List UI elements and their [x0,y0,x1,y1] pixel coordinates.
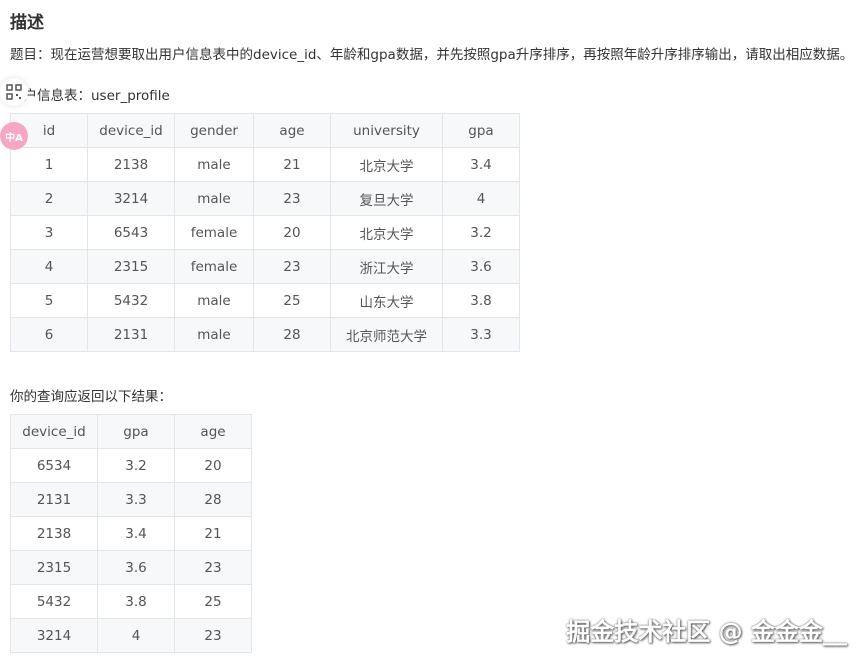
table-cell: 3.4 [442,147,520,182]
table-cell: 23 [253,181,331,216]
table-cell: 3214 [87,181,175,216]
expected-result-table: device_id gpa age 6534 3.2 20 2131 3.3 28 2138 3.… [10,414,252,653]
table-cell: female [174,249,254,284]
table-cell: male [174,147,254,182]
table-cell: 北京大学 [330,147,443,182]
table-cell: 2138 [87,147,175,182]
table-cell: 3.6 [442,249,520,284]
translate-icon: 中A [5,132,23,144]
result-caption: 你的查询应返回以下结果： [10,389,172,405]
table-cell: 23 [174,550,252,585]
column-header: device_id [10,414,98,449]
table-cell: 20 [253,215,331,250]
table-cell: 6 [10,317,88,352]
table-cell: 20 [174,448,252,483]
table-cell: 3.8 [442,283,520,318]
column-header: age [174,414,252,449]
table-cell: 2315 [10,550,98,585]
table-cell: 3.3 [97,482,175,517]
table-cell: male [174,283,254,318]
table-cell: 复旦大学 [330,181,443,216]
table-row: 5432 3.8 25 [10,584,252,619]
table-row: 6 2131 male 28 北京师范大学 3.3 [10,317,520,352]
table-cell: male [174,317,254,352]
section-heading: 描述 [10,13,44,33]
table-cell: male [174,181,254,216]
qr-grid-icon [6,84,22,100]
table-cell: 2315 [87,249,175,284]
table-cell: 21 [253,147,331,182]
column-header: university [330,113,443,148]
translate-button[interactable]: 中A [0,122,28,150]
table-row: 3214 4 23 [10,618,252,653]
table-cell: 北京大学 [330,215,443,250]
table-cell: 6543 [87,215,175,250]
table-row: 6534 3.2 20 [10,448,252,483]
table-cell: 4 [10,249,88,284]
table-row: 2 3214 male 23 复旦大学 4 [10,181,520,216]
table-caption: 用户信息表：user_profile [10,88,170,104]
table-cell: 3.2 [97,448,175,483]
table-row: 1 2138 male 21 北京大学 3.4 [10,147,520,182]
column-header: gpa [442,113,520,148]
column-header: gender [174,113,254,148]
user-profile-table: id device_id gender age university gpa 1 2138 m… [10,113,520,352]
table-cell: 5432 [87,283,175,318]
table-cell: 28 [174,482,252,517]
header-row: device_id gpa age [10,414,252,449]
table-cell: 5432 [10,584,98,619]
table-cell: 3.6 [97,550,175,585]
table-cell: 1 [10,147,88,182]
column-header: gpa [97,414,175,449]
table-cell: 3.8 [97,584,175,619]
table-cell: 23 [174,618,252,653]
table-row: 2131 3.3 28 [10,482,252,517]
table-row: 5 5432 male 25 山东大学 3.8 [10,283,520,318]
table-cell: 3 [10,215,88,250]
table-cell: 28 [253,317,331,352]
table-cell: 21 [174,516,252,551]
column-header: age [253,113,331,148]
problem-statement: 题目：现在运营想要取出用户信息表中的device_id、年龄和gpa数据，并先按… [10,47,854,63]
table-cell: 3.4 [97,516,175,551]
table-cell: 5 [10,283,88,318]
table-cell: 23 [253,249,331,284]
table-cell: 3.2 [442,215,520,250]
table-row: 2138 3.4 21 [10,516,252,551]
table-cell: 2131 [10,482,98,517]
table-cell: 4 [442,181,520,216]
table-cell: 6534 [10,448,98,483]
table-cell: 山东大学 [330,283,443,318]
watermark: 掘金技术社区 @ 金金金__ [566,618,847,646]
column-header: device_id [87,113,175,148]
table-row: 4 2315 female 23 浙江大学 3.6 [10,249,520,284]
table-cell: 3214 [10,618,98,653]
table-cell: 2131 [87,317,175,352]
table-cell: 浙江大学 [330,249,443,284]
table-cell: 25 [253,283,331,318]
table-cell: 4 [97,618,175,653]
table-cell: 北京师范大学 [330,317,443,352]
table-cell: female [174,215,254,250]
table-cell: 25 [174,584,252,619]
table-row: 2315 3.6 23 [10,550,252,585]
table-cell: 3.3 [442,317,520,352]
header-row: id device_id gender age university gpa [10,113,520,148]
qr-grid-button[interactable] [0,78,28,106]
table-cell: 2 [10,181,88,216]
table-row: 3 6543 female 20 北京大学 3.2 [10,215,520,250]
table-cell: 2138 [10,516,98,551]
